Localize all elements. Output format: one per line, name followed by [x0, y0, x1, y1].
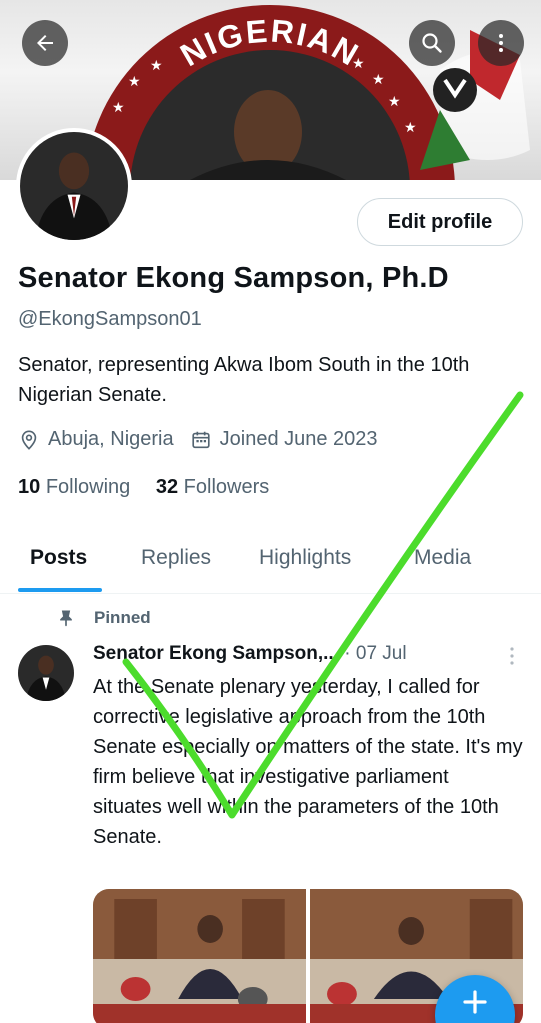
post-date[interactable]: 07 Jul	[356, 643, 407, 664]
calendar-icon	[190, 429, 212, 451]
profile-handle: @EkongSampson01	[18, 308, 202, 330]
joined-item: Joined June 2023	[190, 428, 378, 451]
svg-text:★: ★	[128, 74, 141, 90]
profile-meta: Abuja, Nigeria Joined June 2023	[18, 428, 394, 451]
following-link[interactable]: 10 Following	[18, 476, 130, 498]
post-more-icon[interactable]	[505, 644, 519, 668]
tab-highlights[interactable]: Highlights	[259, 546, 351, 570]
tab-posts[interactable]: Posts	[30, 546, 87, 570]
svg-text:★: ★	[150, 58, 163, 74]
following-label: Following	[45, 476, 131, 498]
post-author-avatar[interactable]	[18, 645, 74, 701]
arrow-left-icon	[37, 35, 53, 51]
following-count: 10	[18, 476, 41, 498]
location-text: Abuja, Nigeria	[48, 428, 174, 450]
follow-stats: 10 Following 32 Followers	[18, 476, 269, 499]
search-button[interactable]	[409, 20, 455, 66]
location-pin-icon	[18, 429, 40, 451]
profile-bio: Senator, representing Akwa Ibom South in…	[18, 354, 470, 406]
profile-avatar[interactable]	[16, 128, 132, 244]
followers-count: 32	[155, 476, 179, 498]
more-vertical-icon	[499, 34, 503, 52]
followers-link[interactable]: 32 Followers	[156, 476, 269, 498]
joined-text: Joined June 2023	[219, 428, 378, 450]
profile-tabs: Posts Replies Highlights Media	[0, 528, 541, 594]
tab-media[interactable]: Media	[414, 546, 471, 570]
search-icon	[422, 33, 442, 53]
post-text: At the Senate plenary yesterday, I calle…	[93, 676, 523, 848]
profile-name: Senator Ekong Sampson, Ph.D	[18, 262, 449, 294]
post-separator: ·	[339, 643, 356, 664]
back-button[interactable]	[22, 20, 68, 66]
followers-label: Followers	[183, 476, 270, 498]
more-button[interactable]	[478, 20, 524, 66]
tab-replies[interactable]: Replies	[141, 546, 211, 570]
edit-profile-button[interactable]: Edit profile	[357, 198, 523, 246]
active-tab-indicator	[18, 588, 102, 592]
svg-text:★: ★	[372, 72, 385, 88]
post-author-name[interactable]: Senator Ekong Sampson,...	[93, 643, 339, 664]
svg-text:★: ★	[388, 94, 401, 110]
avatar-photo	[20, 132, 128, 240]
svg-text:★: ★	[112, 100, 125, 116]
post-avatar-photo	[18, 645, 74, 701]
pin-icon	[56, 608, 76, 628]
svg-text:★: ★	[404, 120, 417, 136]
pinned-text: Pinned	[94, 608, 151, 627]
plus-icon	[463, 990, 487, 1014]
media-photo[interactable]	[93, 889, 306, 1023]
location-item: Abuja, Nigeria	[18, 428, 174, 451]
post-header: Senator Ekong Sampson,... · 07 Jul	[93, 643, 407, 665]
pinned-label: Pinned	[56, 608, 151, 628]
